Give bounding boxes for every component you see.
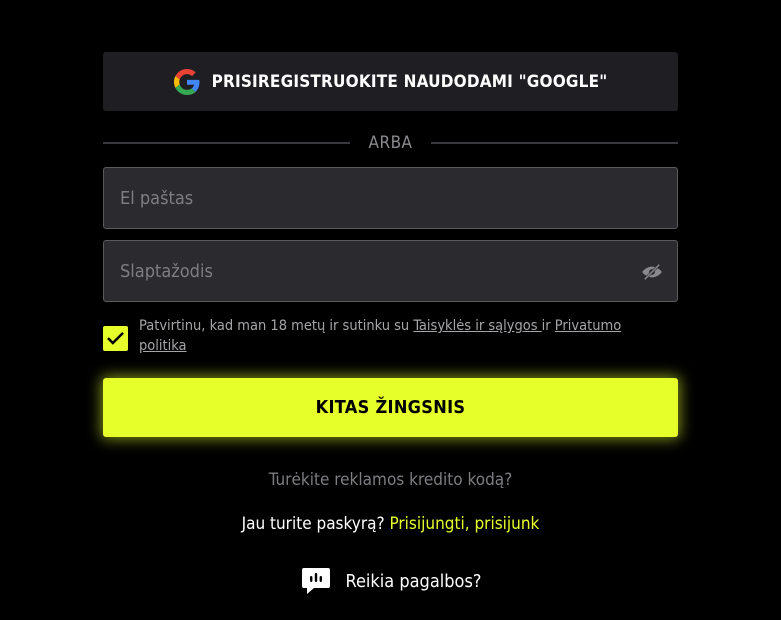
consent-text: Patvirtinu, kad man 18 metų ir sutinku s… <box>139 316 659 356</box>
email-field-wrapper <box>103 167 678 229</box>
terms-link[interactable]: Taisyklės ir sąlygos <box>413 318 541 334</box>
or-divider: ARBA <box>103 133 679 153</box>
signup-form: PRISIREGISTRUOKITE NAUDODAMI "GOOGLE" AR… <box>103 52 679 597</box>
password-field-wrapper <box>103 240 678 302</box>
promo-code-link[interactable]: Turėkite reklamos kredito kodą? <box>103 470 678 490</box>
next-step-button[interactable]: KITAS ŽINGSNIS <box>103 378 678 437</box>
eye-slash-icon[interactable] <box>641 263 663 281</box>
consent-checkbox[interactable] <box>103 326 128 351</box>
next-step-label: KITAS ŽINGSNIS <box>315 397 466 418</box>
login-link[interactable]: Prisijungti, prisijunk <box>389 514 539 534</box>
help-label: Reikia pagalbos? <box>345 570 482 592</box>
or-divider-text: ARBA <box>368 133 413 153</box>
checkmark-icon <box>107 332 124 345</box>
chat-bubble-icon <box>300 565 332 597</box>
password-field[interactable] <box>104 241 677 301</box>
login-prompt-text: Jau turite paskyrą? <box>241 514 390 534</box>
consent-middle: ir <box>541 318 555 334</box>
google-icon <box>173 68 200 95</box>
login-prompt: Jau turite paskyrą? Prisijungti, prisiju… <box>103 514 678 534</box>
google-signup-label: PRISIREGISTRUOKITE NAUDODAMI "GOOGLE" <box>211 71 608 92</box>
divider-line-left <box>103 142 351 144</box>
consent-prefix: Patvirtinu, kad man 18 metų ir sutinku s… <box>139 318 414 334</box>
help-button[interactable]: Reikia pagalbos? <box>103 565 678 597</box>
consent-row: Patvirtinu, kad man 18 metų ir sutinku s… <box>103 316 678 356</box>
google-signup-button[interactable]: PRISIREGISTRUOKITE NAUDODAMI "GOOGLE" <box>103 52 678 111</box>
email-field[interactable] <box>104 168 677 228</box>
divider-line-right <box>430 142 679 144</box>
